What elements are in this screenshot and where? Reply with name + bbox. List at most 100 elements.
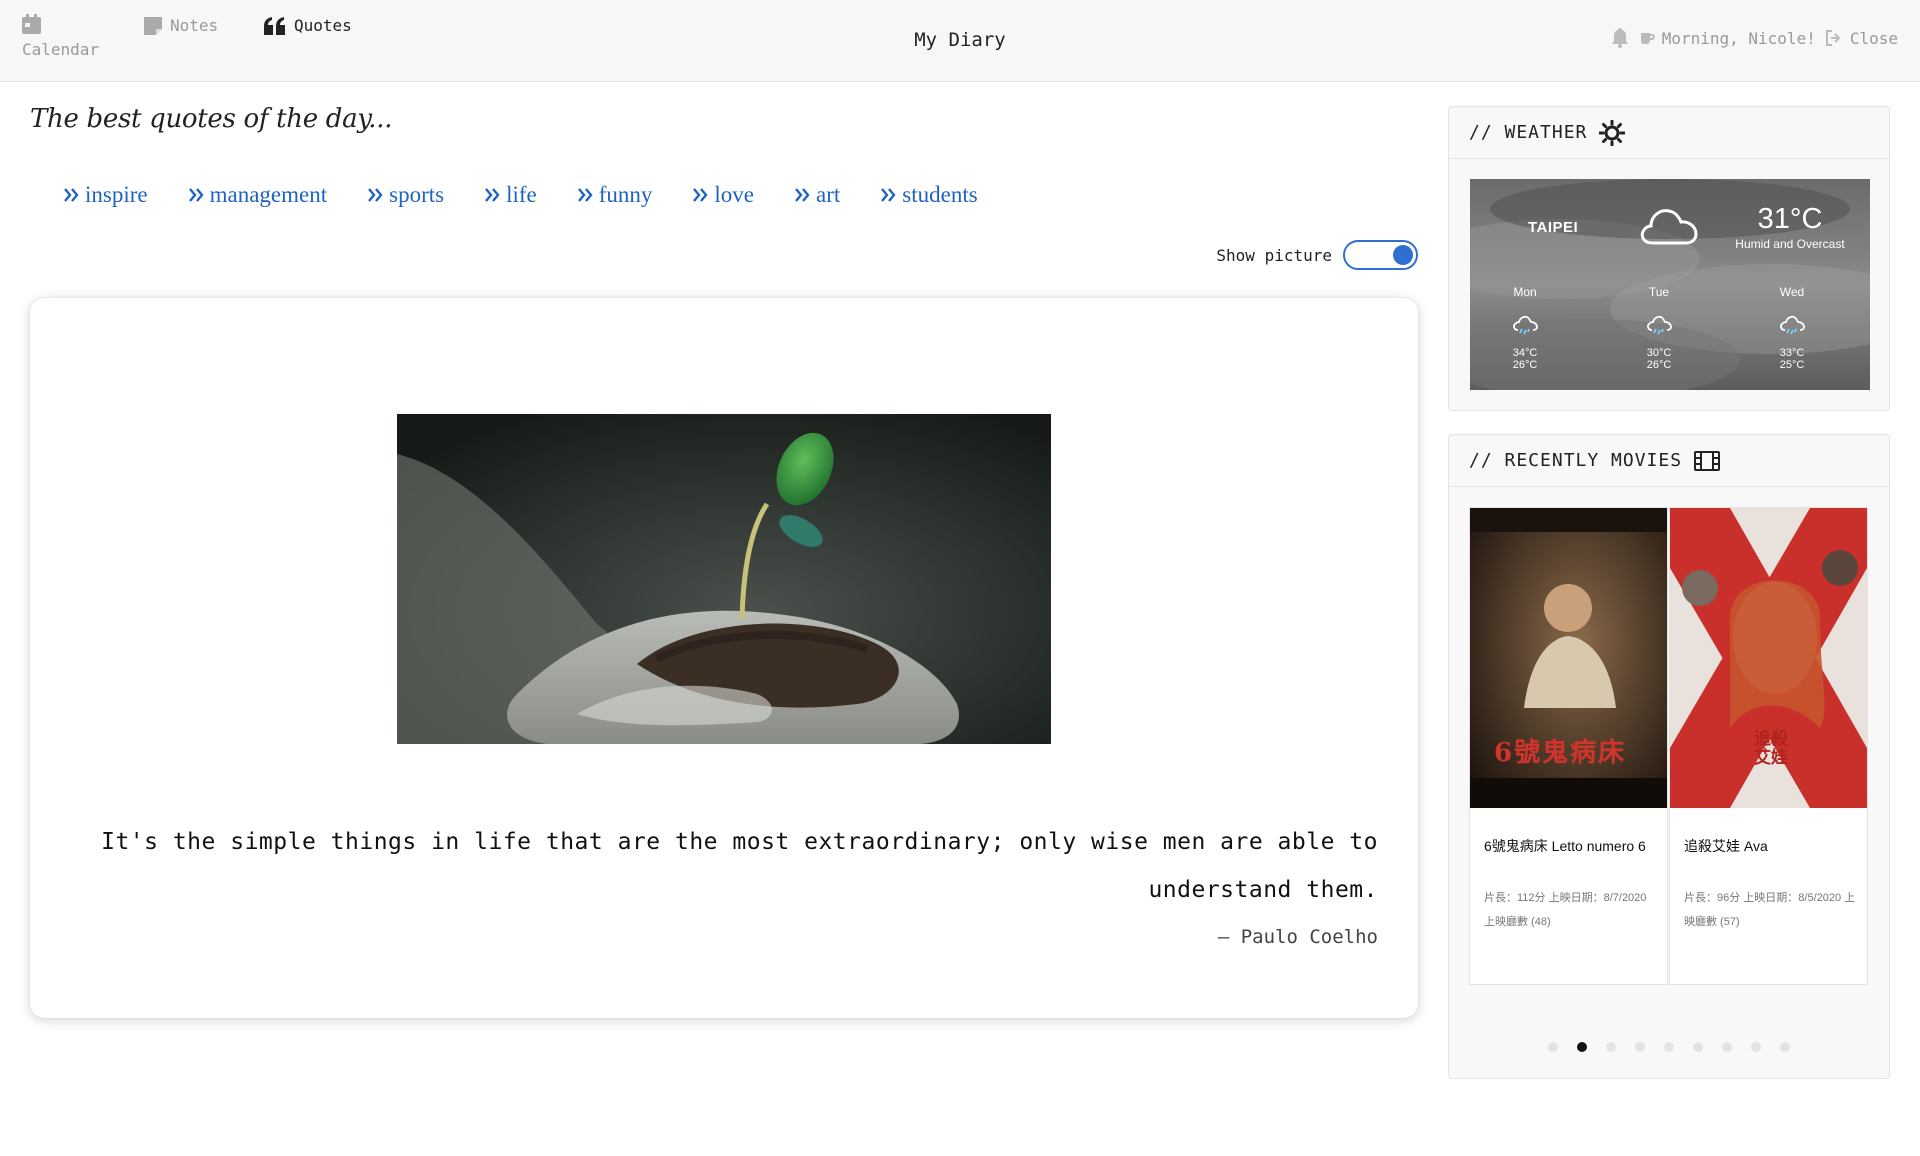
category-label: funny <box>598 182 653 207</box>
category-label: art <box>816 182 841 207</box>
category-label: love <box>714 182 755 207</box>
category-link[interactable]: love <box>693 182 754 208</box>
angle-double-right-icon <box>485 188 500 202</box>
weather-panel-header: // WEATHER <box>1449 107 1889 159</box>
quote-card: It's the simple things in life that are … <box>30 298 1418 1018</box>
weather-temp: 31°C <box>1757 203 1823 235</box>
poster-title-text: 6號鬼病床 <box>1494 738 1627 768</box>
category-link[interactable]: life <box>485 182 537 208</box>
carousel-dot[interactable] <box>1751 1042 1761 1052</box>
forecast-low: 25°C <box>1779 359 1805 371</box>
weather-panel-title: // WEATHER <box>1469 122 1588 143</box>
category-link[interactable]: sports <box>368 182 444 208</box>
weather-city: TAIPEI <box>1528 219 1579 236</box>
category-label: life <box>506 182 537 207</box>
rain-cloud-icon <box>1513 315 1538 335</box>
forecast-high: 34°C <box>1512 347 1538 359</box>
carousel-dot[interactable] <box>1577 1042 1587 1052</box>
carousel-dot[interactable] <box>1606 1042 1616 1052</box>
nav-quotes-label: Quotes <box>294 16 352 35</box>
toggle-knob <box>1393 245 1413 265</box>
forecast-day-label: Mon <box>1513 285 1537 299</box>
page-headline: The best quotes of the day... <box>30 104 393 134</box>
rain-cloud-icon <box>1780 315 1805 335</box>
category-link[interactable]: students <box>881 182 978 208</box>
angle-double-right-icon <box>368 188 383 202</box>
forecast-low: 26°C <box>1512 359 1538 371</box>
poster-title-text: 追殺艾娃 <box>1754 729 1788 768</box>
close-button[interactable]: Close <box>1825 28 1898 48</box>
rain-cloud-icon <box>1647 315 1672 335</box>
quote-text: It's the simple things in life that are … <box>101 829 1378 903</box>
greeting: Morning, Nicole! <box>1639 29 1816 48</box>
category-label: sports <box>389 182 445 207</box>
movie-poster: 6號鬼病床 <box>1470 508 1667 808</box>
film-icon <box>1694 450 1721 471</box>
angle-double-right-icon <box>577 188 593 202</box>
forecast-high: 30°C <box>1646 347 1672 359</box>
nav-notes-label: Notes <box>170 16 219 35</box>
movie-title: 6號鬼病床 Letto numero 6 <box>1484 838 1646 854</box>
nav-calendar[interactable]: Calendar <box>22 14 99 59</box>
carousel-dot[interactable] <box>1722 1042 1732 1052</box>
top-navbar: Calendar Notes Quotes My Diary Morning, … <box>0 0 1920 82</box>
nav-calendar-label: Calendar <box>22 40 100 59</box>
angle-double-right-icon <box>795 188 810 202</box>
category-link[interactable]: funny <box>577 182 653 208</box>
weather-panel: // WEATHER TAIPEI 31°C Humid and Overcas… <box>1448 106 1890 411</box>
nav-notes[interactable]: Notes <box>144 16 218 35</box>
movie-poster: 追殺艾娃 <box>1670 508 1867 808</box>
quote-icon <box>264 16 285 35</box>
forecast-day: Mon 34°C 26°C <box>1490 285 1560 371</box>
carousel-dot[interactable] <box>1548 1042 1558 1052</box>
carousel-dot[interactable] <box>1635 1042 1645 1052</box>
weather-widget[interactable]: TAIPEI 31°C Humid and Overcast Mon 34°C 26… <box>1470 179 1870 390</box>
bell-icon[interactable] <box>1611 28 1629 48</box>
category-link[interactable]: inspire <box>64 182 148 208</box>
carousel-dots <box>1449 1042 1889 1052</box>
movies-panel: // RECENTLY MOVIES 6號鬼病床 6號鬼病床 Letto num… <box>1448 434 1890 1079</box>
forecast-day: Wed 33°C 25°C <box>1757 285 1827 371</box>
sticky-note-icon <box>144 16 162 35</box>
movie-carousel[interactable]: 6號鬼病床 6號鬼病床 Letto numero 6 片長：112分 上映日期：… <box>1469 507 1869 985</box>
movie-card[interactable]: 6號鬼病床 6號鬼病床 Letto numero 6 片長：112分 上映日期：… <box>1469 507 1668 985</box>
angle-double-right-icon <box>64 188 79 202</box>
forecast-low: 26°C <box>1646 359 1672 371</box>
show-picture-toggle[interactable] <box>1343 240 1418 270</box>
carousel-dot[interactable] <box>1693 1042 1703 1052</box>
movie-card[interactable]: 追殺艾娃 追殺艾娃 Ava 片長：96分 上映日期：8/5/2020 上映廳數 … <box>1669 507 1868 985</box>
angle-double-right-icon <box>693 188 708 202</box>
angle-double-right-icon <box>188 188 204 202</box>
carousel-dot[interactable] <box>1664 1042 1674 1052</box>
cloud-icon <box>1640 209 1698 245</box>
show-picture-control: Show picture <box>1216 240 1418 270</box>
category-list: inspire management sports life funny love art s… <box>64 182 1019 208</box>
sign-out-icon <box>1825 30 1841 46</box>
category-label: students <box>902 182 978 207</box>
forecast-high: 33°C <box>1779 347 1805 359</box>
greeting-text: Morning, Nicole! <box>1661 28 1816 48</box>
movie-meta: 片長：112分 上映日期：8/7/2020 上映廳數 (48) <box>1484 892 1647 928</box>
quote-image-seedling <box>397 414 1051 744</box>
carousel-dot[interactable] <box>1780 1042 1790 1052</box>
category-link[interactable]: management <box>188 182 328 208</box>
calendar-icon <box>22 14 41 34</box>
coffee-icon <box>1640 33 1655 44</box>
movies-panel-title: // RECENTLY MOVIES <box>1469 450 1683 471</box>
forecast-day-label: Tue <box>1648 285 1670 299</box>
close-label: Close <box>1849 28 1898 48</box>
nav-quotes[interactable]: Quotes <box>264 16 352 35</box>
sun-icon <box>1599 119 1626 146</box>
category-label: management <box>209 182 328 207</box>
forecast-day-label: Wed <box>1779 285 1805 299</box>
category-link[interactable]: art <box>795 182 840 208</box>
brand-title[interactable]: My Diary <box>914 29 1006 51</box>
movies-panel-header: // RECENTLY MOVIES <box>1449 435 1889 487</box>
quote-author: — Paulo Coelho <box>1217 926 1378 948</box>
angle-double-right-icon <box>881 188 896 202</box>
movie-title: 追殺艾娃 Ava <box>1684 838 1768 854</box>
category-label: inspire <box>85 182 148 207</box>
weather-description: Humid and Overcast <box>1735 237 1845 251</box>
show-picture-label: Show picture <box>1216 245 1332 265</box>
movie-meta: 片長：96分 上映日期：8/5/2020 上映廳數 (57) <box>1684 892 1856 928</box>
